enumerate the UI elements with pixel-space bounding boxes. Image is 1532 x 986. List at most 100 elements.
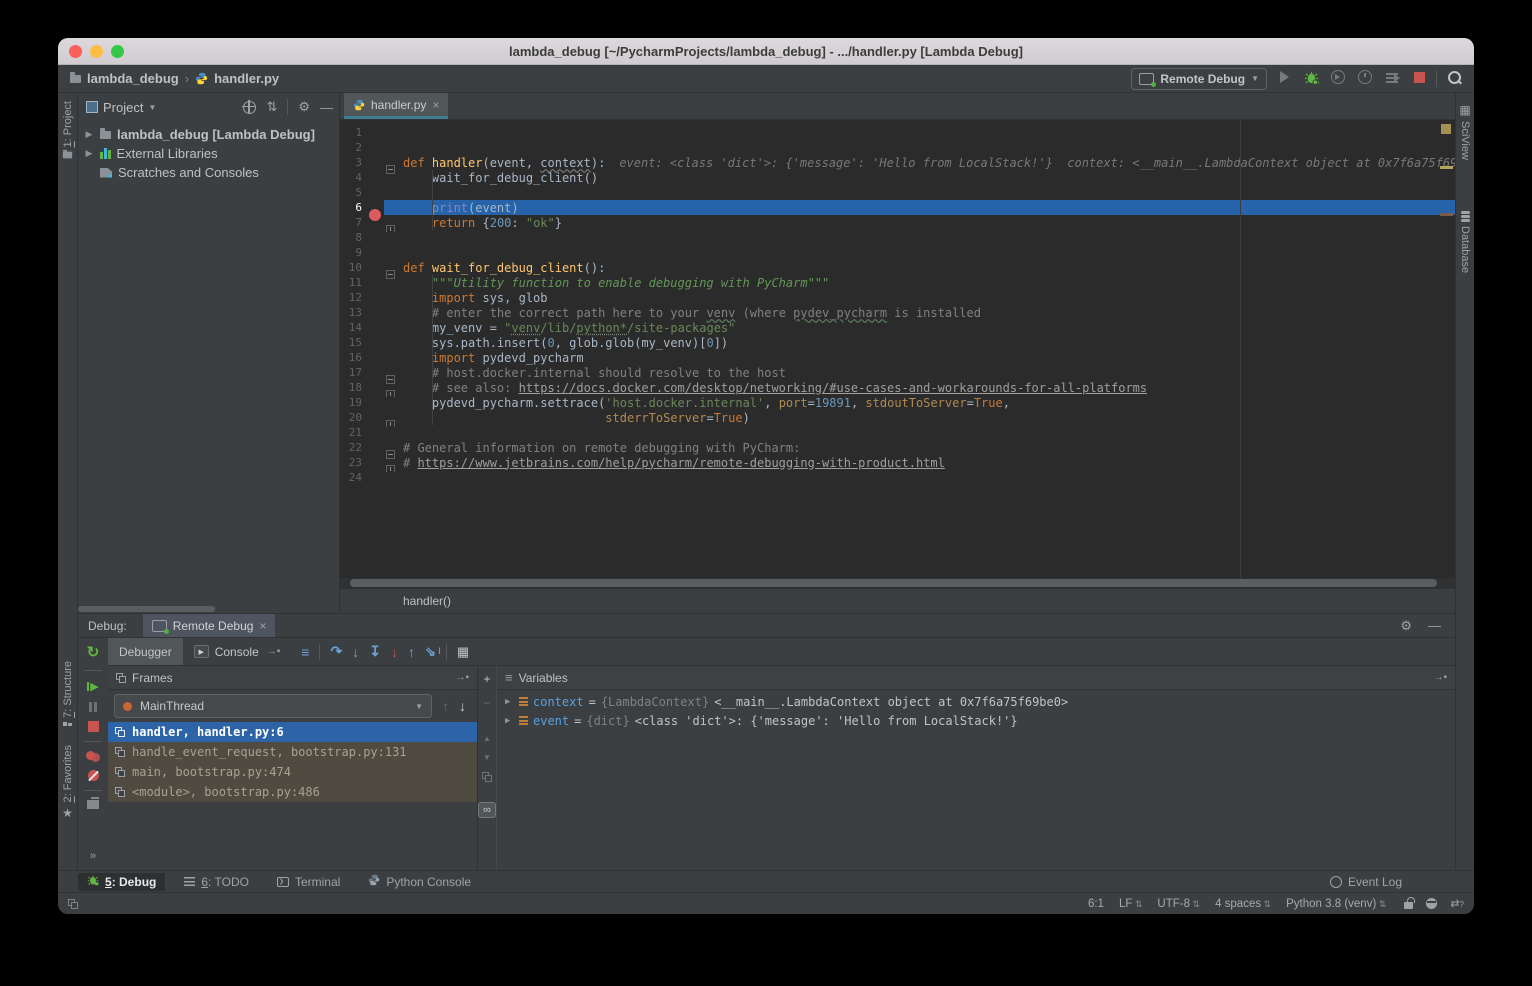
show-execution-point-button[interactable]: ≡ [301,644,309,660]
toolwindow-button-6-todo[interactable]: 6: TODO [175,873,258,891]
status-interpreter[interactable]: Python 3.8 (venv) ⇅ [1286,898,1386,910]
code-line[interactable]: 15 sys.path.insert(0, glob.glob(my_venv)… [340,335,1455,350]
code-line[interactable]: 12 import sys, glob [340,290,1455,305]
step-out-button[interactable]: ↑ [408,644,415,660]
remove-watch-button[interactable]: − [483,696,490,710]
step-over-button[interactable]: ↷ [330,643,342,660]
more-actions-button[interactable]: » [90,850,96,862]
breadcrumb-file[interactable]: handler.py [214,71,279,86]
stop-button[interactable] [88,721,99,732]
stack-frame[interactable]: handler, handler.py:6 [108,722,477,742]
code-line[interactable]: 9 [340,245,1455,260]
toolwindow-switcher-icon[interactable] [68,899,78,909]
code-line[interactable]: 16 import pydevd_pycharm [340,350,1455,365]
status-encoding[interactable]: UTF-8 ⇅ [1157,898,1200,910]
code-line[interactable]: 11 """Utility function to enable debuggi… [340,275,1455,290]
stack-frame[interactable]: <module>, bootstrap.py:486 [108,782,477,802]
collapse-all-icon[interactable]: ⇅ [266,99,277,115]
project-tree-item[interactable]: ▶External Libraries [78,144,339,163]
project-tree-item[interactable]: ▶lambda_debug [Lambda Debug] [78,125,339,144]
stack-frame[interactable]: main, bootstrap.py:474 [108,762,477,782]
line-number[interactable]: 18 [340,381,362,394]
error-stripe-mark[interactable] [1440,166,1453,169]
line-number[interactable]: 2 [340,141,362,154]
profiler-button[interactable] [1355,70,1375,87]
rerun-button[interactable]: ↻ [87,643,100,661]
code-line[interactable]: 1 [340,125,1455,140]
add-watch-button[interactable]: + [483,672,490,686]
toolwindow-button-python-console[interactable]: Python Console [359,873,480,891]
code-line[interactable]: 5 [340,185,1455,200]
mute-breakpoints-button[interactable] [88,770,99,781]
step-into-button[interactable]: ↓ [352,644,359,660]
smart-step-into-button[interactable]: ↧ [369,643,381,660]
chevron-right-icon[interactable]: ▶ [84,148,94,159]
status-line-separator[interactable]: LF ⇅ [1119,898,1142,910]
debug-tab-console[interactable]: ▶Console→▪ [183,638,292,665]
zoom-window-button[interactable] [111,45,124,58]
panel-options-icon[interactable]: →▪ [1433,672,1447,683]
toolstrip-project[interactable]: 1: Project [58,101,77,159]
hide-panel-icon[interactable]: — [1428,618,1441,634]
line-number[interactable]: 21 [340,426,362,439]
run-with-coverage-button[interactable] [1382,71,1402,86]
editor-tab-handler[interactable]: handler.py × [344,93,448,119]
code-line[interactable]: 18 # see also: https://docs.docker.com/d… [340,380,1455,395]
hide-panel-icon[interactable]: — [320,100,333,115]
debug-button[interactable] [1301,70,1321,88]
line-number[interactable]: 6 [340,201,362,214]
line-number[interactable]: 11 [340,276,362,289]
variable-row[interactable]: ▶event = {dict} <class 'dict'>: {'messag… [497,711,1455,730]
code-line[interactable]: 13 # enter the correct path here to your… [340,305,1455,320]
code-line[interactable]: 20 stderrToServer=True) [340,410,1455,425]
line-number[interactable]: 7 [340,216,362,229]
resume-button[interactable]: ▶ [87,680,98,693]
chevron-right-icon[interactable]: ▶ [84,129,94,140]
panel-options-icon[interactable]: →▪ [455,672,469,683]
line-number[interactable]: 22 [340,441,362,454]
force-step-into-button[interactable]: ↓ [391,644,398,660]
gear-icon[interactable]: ⚙ [298,99,310,115]
code-editor[interactable]: 123def handler(event, context):event: <c… [340,120,1455,578]
code-line[interactable]: 19 pydevd_pycharm.settrace('host.docker.… [340,395,1455,410]
close-window-button[interactable] [69,45,82,58]
toolstrip-favorites[interactable]: 2: Favorites ★ [58,745,77,820]
event-log-button[interactable]: Event Log [1330,875,1402,889]
close-tab-icon[interactable]: × [432,98,439,112]
inspection-status-square[interactable] [1441,124,1451,134]
line-number[interactable]: 17 [340,366,362,379]
expand-icon[interactable]: ▶ [505,697,514,707]
line-number[interactable]: 20 [340,411,362,424]
close-session-icon[interactable]: × [259,619,266,633]
previous-frame-button[interactable]: ↑ [442,698,449,714]
debug-session-tab[interactable]: Remote Debug × [143,614,276,637]
inspections-profile-icon[interactable] [1426,898,1437,909]
code-link[interactable]: https://docs.docker.com/desktop/networki… [519,381,1148,395]
code-line[interactable]: 21 [340,425,1455,440]
line-number[interactable]: 12 [340,291,362,304]
attach-to-process-button[interactable] [1328,70,1348,87]
show-watches-toggle[interactable]: ∞ [478,802,496,818]
stop-button[interactable] [1409,71,1429,86]
status-caret-position[interactable]: 6:1 [1088,898,1104,910]
code-line[interactable]: 7 return {200: "ok"} [340,215,1455,230]
toolwindow-button-5-debug[interactable]: 5: Debug [78,873,165,891]
duplicate-watch-button[interactable] [482,772,492,782]
toolstrip-database[interactable]: Database [1456,211,1474,273]
line-number[interactable]: 23 [340,456,362,469]
code-line[interactable]: 10def wait_for_debug_client(): [340,260,1455,275]
gear-icon[interactable]: ⚙ [1400,618,1412,634]
line-number[interactable]: 15 [340,336,362,349]
evaluate-expression-button[interactable]: ▦ [457,644,469,660]
code-line[interactable]: 23# https://www.jetbrains.com/help/pycha… [340,455,1455,470]
locate-file-icon[interactable] [243,101,256,114]
toolstrip-sciview[interactable]: ▦ SciView [1456,103,1474,160]
move-watch-down-button[interactable]: ▼ [483,753,491,762]
line-number[interactable]: 16 [340,351,362,364]
run-config-selector[interactable]: Remote Debug ▼ [1131,68,1267,90]
view-breakpoints-button[interactable] [86,751,100,761]
breadcrumb-project[interactable]: lambda_debug [87,71,179,86]
project-view-selector[interactable]: Project ▼ [86,100,156,115]
restore-layout-button[interactable] [87,800,99,809]
update-settings-icon[interactable]: ⇄? [1450,897,1464,910]
